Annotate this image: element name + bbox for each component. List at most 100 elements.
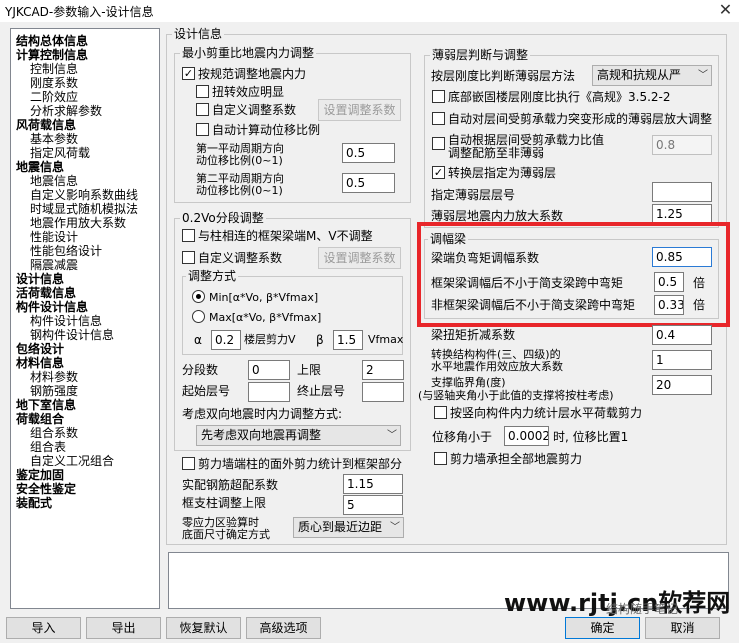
auto-judge-input[interactable]: 0.8 [652,135,712,155]
rebar-input[interactable]: 1.15 [343,474,403,494]
weak-amp-input[interactable]: 1.25 [652,204,712,224]
auto-calc-checkbox[interactable] [196,123,209,136]
transfer-weak-checkbox[interactable]: ✓ [432,166,445,179]
tree-subitem[interactable]: 指定风荷载 [30,147,90,160]
tree-category[interactable]: 荷载组合 [16,413,64,426]
tree-category[interactable]: 设计信息 [16,273,64,286]
start-floor-input[interactable] [248,382,290,402]
tree-subitem[interactable]: 构件设计信息 [30,315,102,328]
bidir-select-value: 先考虑双向地震再调整 [201,428,322,442]
shear-wall-all-label: 剪力墙承担全部地震剪力 [450,452,583,466]
tree-category[interactable]: 构件设计信息 [16,301,88,314]
tree-subitem[interactable]: 组合系数 [30,427,78,440]
close-icon[interactable]: ✕ [712,0,739,22]
by-code-checkbox[interactable]: ✓ [182,67,195,80]
tree-category[interactable]: 装配式 [16,497,52,510]
second-period-input[interactable]: 0.5 [342,173,395,193]
tree-subitem[interactable]: 地震信息 [30,175,78,188]
beta-input[interactable]: 1.5 [333,330,363,350]
advanced-options-button[interactable]: 高级选项 [246,617,321,639]
chevron-down-icon: ﹀ [698,70,708,81]
torsion-checkbox[interactable] [196,85,209,98]
tree-category[interactable]: 鉴定加固 [16,469,64,482]
v02-set-coef-button[interactable]: 设置调整系数 [318,247,401,269]
min-radio[interactable] [192,290,205,303]
tree-subitem[interactable]: 组合表 [30,441,66,454]
end-floor-input[interactable] [362,382,404,402]
transfer-col-label: 框支柱调整上限 [182,496,267,510]
transfer-col-input[interactable]: 5 [343,495,403,515]
tree-subitem[interactable]: 性能包络设计 [30,245,102,258]
tree-subitem[interactable]: 二阶效应 [30,91,78,104]
chevron-down-icon: ﹀ [390,522,400,533]
max-radio[interactable] [192,310,205,323]
beta-label: β [316,333,324,347]
v02-custom-checkbox[interactable] [182,251,195,264]
floor-shear-label: 楼层剪力V [244,333,296,346]
first-period-input[interactable]: 0.5 [342,143,395,163]
weak-method-value: 高规和抗规从严 [597,68,682,82]
shear-wall-all-checkbox[interactable] [434,452,447,465]
zero-stress-label-1: 零应力区验算时 [182,516,259,529]
tree-category[interactable]: 地下室信息 [16,399,76,412]
tree-subitem[interactable]: 分析求解参数 [30,105,102,118]
shear-wall-col-label: 剪力墙端柱的面外剪力统计到框架部分 [198,457,403,471]
auto-judge-label-2: 调整配筋至非薄弱 [448,146,545,160]
vertical-stat-label: 按竖向构件内力统计层水平荷载剪力 [450,406,643,420]
transfer-amp-input[interactable]: 1 [652,350,712,370]
weak-method-select[interactable]: 高规和抗规从严 ﹀ [592,65,712,86]
base-stiffness-checkbox[interactable] [432,90,445,103]
second-period-label-1: 第二平动周期方向 [196,172,284,185]
tree-category[interactable]: 结构总体信息 [16,35,88,48]
brace-input[interactable]: 20 [652,375,712,395]
tree-subitem[interactable]: 刚度系数 [30,77,78,90]
tree-category[interactable]: 风荷载信息 [16,119,76,132]
custom-coef-checkbox[interactable] [196,103,209,116]
tree-subitem[interactable]: 基本参数 [30,133,78,146]
auto-amp-checkbox[interactable] [432,112,445,125]
seg-count-input[interactable]: 0 [248,360,290,380]
by-code-label: 按规范调整地震内力 [198,67,307,81]
end-floor-label: 终止层号 [297,384,346,398]
auto-judge-checkbox[interactable] [432,137,445,150]
tree-category[interactable]: 安全性鉴定 [16,483,76,496]
vertical-stat-checkbox[interactable] [434,406,447,419]
tree-subitem[interactable]: 地震作用放大系数 [30,217,126,230]
tree-subitem[interactable]: 自定义工况组合 [30,455,114,468]
beam-torsion-label: 梁扭矩折减系数 [431,328,516,342]
tree-category[interactable]: 包络设计 [16,343,64,356]
highlight-box [417,222,730,327]
set-coef-button[interactable]: 设置调整系数 [318,99,401,121]
weak-amp-label: 薄弱层地震内力放大系数 [431,209,564,223]
import-button[interactable]: 导入 [6,617,81,639]
tree-subitem[interactable]: 控制信息 [30,63,78,76]
shear-wall-col-checkbox[interactable] [182,457,195,470]
weak-floor-no-input[interactable] [652,182,712,202]
tree-category[interactable]: 地震信息 [16,161,64,174]
tree-subitem[interactable]: 时域显式随机模拟法 [30,203,138,216]
tree-subitem[interactable]: 钢构件设计信息 [30,329,114,342]
zero-stress-select[interactable]: 质心到最近边距 ﹀ [293,517,404,538]
bidir-select[interactable]: 先考虑双向地震再调整 ﹀ [196,425,401,446]
tree-subitem[interactable]: 隔震减震 [30,259,78,272]
col-connected-label: 与柱相连的框架梁端M、V不调整 [198,229,373,243]
alpha-input[interactable]: 0.2 [211,330,241,350]
tree-category[interactable]: 计算控制信息 [16,49,88,62]
tree-subitem[interactable]: 自定义影响系数曲线 [30,189,138,202]
tree-subitem[interactable]: 钢筋强度 [30,385,78,398]
cancel-button[interactable]: 取消 [645,617,720,639]
tree-category[interactable]: 活荷载信息 [16,287,76,300]
tree-subitem[interactable]: 性能设计 [30,231,78,244]
export-button[interactable]: 导出 [86,617,161,639]
disp-angle-input[interactable]: 0.0002 [504,426,549,446]
tree-subitem[interactable]: 材料参数 [30,371,78,384]
col-connected-checkbox[interactable] [182,229,195,242]
disp-angle-suffix: 时, 位移比置1 [553,430,629,444]
restore-default-button[interactable]: 恢复默认 [166,617,241,639]
upper-input[interactable]: 2 [362,360,404,380]
category-tree[interactable]: 结构总体信息 计算控制信息 控制信息 刚度系数 二阶效应 分析求解参数 风荷载信息 基本参数指… [10,28,160,609]
min-shear-title: 最小剪重比地震内力调整 [180,46,317,60]
tree-category[interactable]: 材料信息 [16,357,64,370]
beam-torsion-input[interactable]: 0.4 [652,325,712,345]
ok-button[interactable]: 确定 [565,617,640,639]
